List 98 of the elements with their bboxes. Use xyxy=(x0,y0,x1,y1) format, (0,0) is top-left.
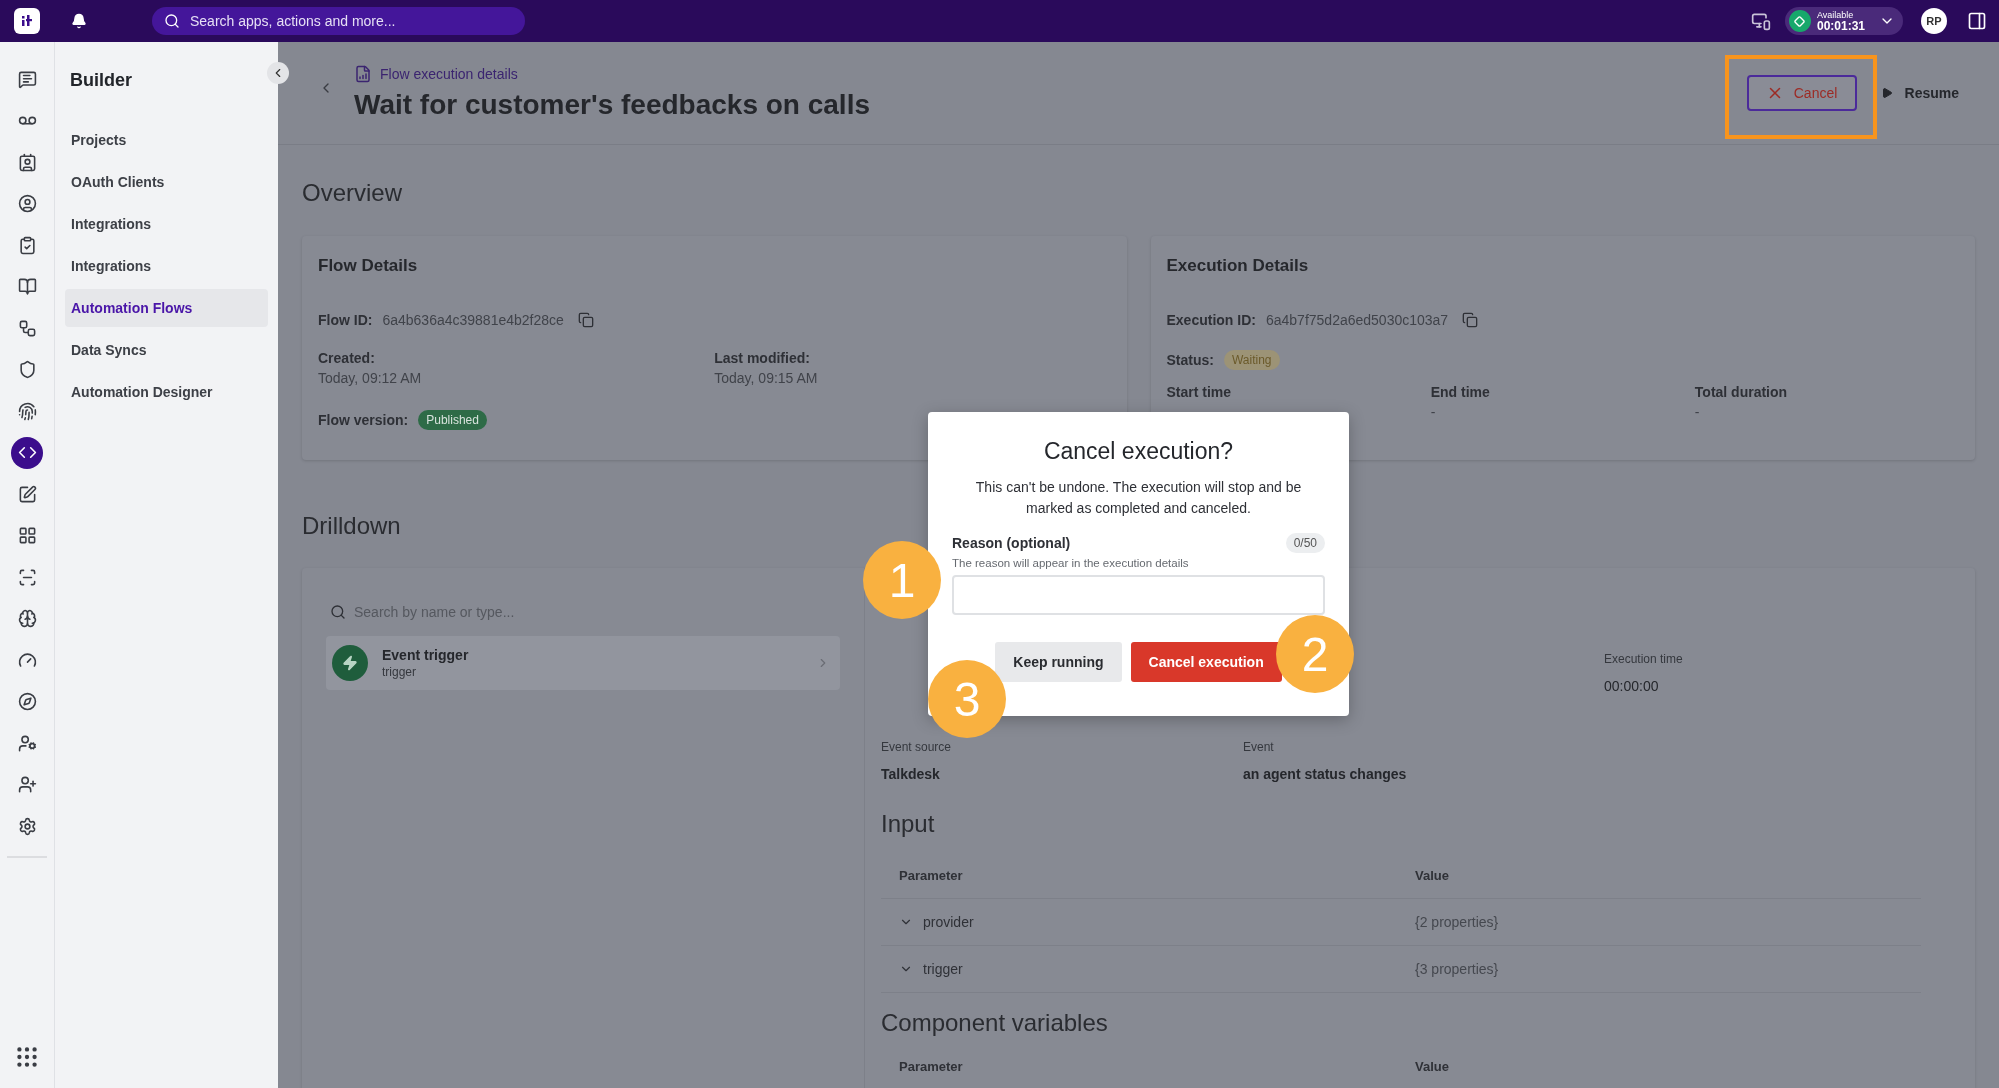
book-icon xyxy=(17,277,37,296)
scan-icon xyxy=(17,567,37,587)
sidebar-item[interactable]: Automation Flows xyxy=(65,289,268,327)
confirm-button[interactable]: Cancel execution xyxy=(1130,642,1282,682)
search-input[interactable]: Search apps, actions and more... xyxy=(190,13,513,29)
nav-rail-button[interactable] xyxy=(11,436,43,469)
step-type: trigger xyxy=(382,665,417,679)
monitor-icon[interactable] xyxy=(1750,11,1771,31)
field-value: - xyxy=(1694,404,1701,420)
field-label: Start time xyxy=(1166,384,1233,400)
compass-icon xyxy=(17,692,37,711)
field-label: Flow ID: xyxy=(318,312,373,328)
play-icon xyxy=(1880,87,1893,99)
user-plus-icon xyxy=(17,775,37,794)
sidebar-item[interactable]: Integrations xyxy=(65,205,268,243)
field-value: 00:00:00 xyxy=(1604,678,1660,694)
field-label: Reason (optional) xyxy=(952,535,1071,551)
user-avatar[interactable]: RP xyxy=(1921,8,1947,34)
dialog-title: Cancel execution? xyxy=(1043,438,1234,465)
field-label: Total duration xyxy=(1694,384,1789,400)
card-title: Execution Details xyxy=(1166,256,1310,276)
page-title: Wait for customer's feedbacks on calls xyxy=(354,89,871,121)
field-label: Event source xyxy=(881,740,953,754)
field-value: Today, 09:15 AM xyxy=(714,370,819,386)
copy-icon[interactable] xyxy=(1462,312,1479,328)
sidebar-item[interactable]: Automation Designer xyxy=(65,373,268,411)
card-title: Flow Details xyxy=(318,256,419,276)
field-value: - xyxy=(1430,404,1437,420)
reason-field[interactable] xyxy=(952,575,1325,615)
apps-grid-icon[interactable] xyxy=(14,1044,40,1070)
parameter-name: provider xyxy=(923,914,974,930)
section-heading: Input xyxy=(881,809,936,839)
column-header: Parameter xyxy=(899,867,964,883)
field-value: Today, 09:12 AM xyxy=(318,370,423,386)
gauge-icon xyxy=(17,650,37,670)
value-cell-text: {2 properties} xyxy=(1415,914,1500,930)
section-heading: Overview xyxy=(302,178,404,208)
shield-icon xyxy=(17,360,37,379)
column-header: Value xyxy=(1415,867,1450,883)
sidebar-item[interactable]: OAuth Clients xyxy=(65,163,268,201)
field-value: 6a4b7f75d2a6ed5030c103a7 xyxy=(1265,312,1449,328)
value-cell-text: {3 properties} xyxy=(1415,961,1500,977)
step-item[interactable]: Event trigger trigger xyxy=(326,636,840,690)
status-badge: Published xyxy=(418,410,487,430)
sidebar-item[interactable]: Data Syncs xyxy=(65,331,268,369)
status-badge: Waiting xyxy=(1223,350,1280,370)
clipboard-check-icon xyxy=(17,235,37,255)
collapse-button[interactable] xyxy=(267,62,289,84)
grid-icon xyxy=(17,526,37,545)
field-label: Created: xyxy=(318,350,376,366)
field-label: Event xyxy=(1243,740,1275,754)
sidebar-item[interactable]: Integrations xyxy=(65,247,268,285)
field-value: an agent status changes xyxy=(1243,766,1408,782)
user-gear-icon xyxy=(17,733,37,753)
field-value: 6a4b636a4c39881e4b2f28ce xyxy=(382,312,564,328)
column-header: Parameter xyxy=(899,1058,964,1074)
field-label: Execution time xyxy=(1604,652,1684,666)
field-label: Last modified: xyxy=(714,350,811,366)
field-label: End time xyxy=(1430,384,1491,400)
dialog-message: This can't be undone. The execution will stop and be marked as completed and canceled. xyxy=(974,478,1303,518)
breadcrumb-link[interactable]: Flow execution details xyxy=(380,66,518,82)
brain-icon xyxy=(17,609,37,628)
contact-card-icon xyxy=(17,152,37,172)
status-timer: 00:01:31 xyxy=(1816,19,1865,32)
search-icon xyxy=(164,13,180,29)
search-field[interactable]: Search apps, actions and more... xyxy=(152,7,525,35)
status-label: Available xyxy=(1816,10,1855,20)
section-heading: Component variables xyxy=(881,1008,1109,1038)
fingerprint-icon xyxy=(17,401,37,421)
app-logo-icon[interactable] xyxy=(14,8,40,34)
search-icon xyxy=(330,604,346,620)
edit-icon xyxy=(17,484,37,504)
parameter-cell[interactable]: trigger xyxy=(899,961,1415,977)
chat-icon xyxy=(17,69,37,89)
sidebar-title: Builder xyxy=(70,70,133,91)
sidebar-item[interactable]: Projects xyxy=(65,121,268,159)
bell-icon[interactable] xyxy=(71,13,87,29)
parameter-name: trigger xyxy=(923,961,963,977)
field-label: Execution ID: xyxy=(1166,312,1256,328)
copy-icon[interactable] xyxy=(577,312,594,328)
user-circle-icon xyxy=(17,194,37,213)
field-label: Status: xyxy=(1166,352,1214,368)
section-heading: Drilldown xyxy=(302,511,402,541)
lightning-icon xyxy=(332,645,368,681)
character-counter: 0/50 xyxy=(1285,533,1325,553)
dismiss-button[interactable]: Keep running xyxy=(995,642,1122,682)
field-value: Talkdesk xyxy=(881,766,941,782)
field-hint: The reason will appear in the execution details xyxy=(952,557,1190,569)
panel-icon[interactable] xyxy=(1967,11,1987,31)
settings-icon xyxy=(17,816,37,836)
workflow-icon xyxy=(17,318,37,338)
step-name: Event trigger xyxy=(382,647,470,663)
resume-button[interactable]: Resume xyxy=(1880,85,1959,101)
field-label: Flow version: xyxy=(318,412,409,428)
column-header: Value xyxy=(1415,1058,1450,1074)
report-icon xyxy=(354,65,372,83)
status-selector[interactable]: Available 00:01:31 xyxy=(1784,7,1903,35)
parameter-cell[interactable]: provider xyxy=(899,914,1415,930)
